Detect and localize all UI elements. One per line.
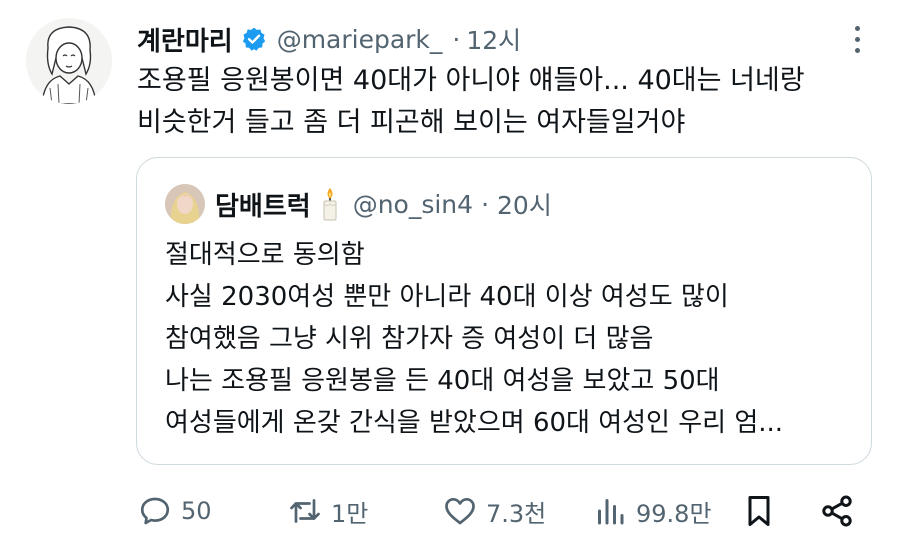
action-bar: 50 1만 7.3천 99.8만 xyxy=(137,490,867,532)
reply-icon xyxy=(140,497,170,525)
quoted-text-line: 여성들에게 온갖 간식을 받았으며 60대 여성인 우리 엄... xyxy=(165,408,784,438)
quoted-author-name: 담배트럭 xyxy=(215,191,311,222)
quoted-text-line: 나는 조용필 응원봉을 든 40대 여성을 보았고 50대 xyxy=(165,366,720,396)
views-count: 99.8만 xyxy=(636,499,712,528)
retweet-icon xyxy=(290,499,320,523)
separator-dot: · xyxy=(481,189,490,219)
tweet-header: 계란마리 @mariepark_ · 12시 xyxy=(137,19,521,59)
quoted-time: 20시 xyxy=(497,191,552,220)
quoted-author-handle: @no_sin4 xyxy=(352,189,474,219)
reply-count: 50 xyxy=(181,497,212,525)
author-name[interactable]: 계란마리 xyxy=(137,21,233,58)
more-icon[interactable] xyxy=(852,26,862,56)
author-handle[interactable]: @mariepark_ xyxy=(277,25,443,54)
like-count: 7.3천 xyxy=(486,499,547,528)
retweet-count: 1만 xyxy=(331,499,369,528)
share-button[interactable] xyxy=(819,490,855,532)
separator-dot: · xyxy=(452,24,461,54)
quoted-text-line: 사실 2030여성 뿐만 아니라 40대 이상 여성도 많이 xyxy=(165,282,729,312)
bookmark-icon xyxy=(748,496,770,526)
reply-button[interactable]: 50 xyxy=(137,490,212,532)
like-icon xyxy=(445,497,475,525)
quoted-text-line: 절대적으로 동의함 xyxy=(165,240,365,270)
share-icon xyxy=(822,495,852,527)
views-button[interactable]: 99.8만 xyxy=(592,490,712,532)
quoted-text: 절대적으로 동의함 사실 2030여성 뿐만 아니라 40대 이상 여성도 많이… xyxy=(165,234,855,444)
tweet-text-line: 비슷한거 들고 좀 더 피곤해 보이는 여자들일거야 xyxy=(137,107,686,138)
tweet-text-line: 조용필 응원봉이면 40대가 아니야 얘들아... 40대는 너네랑 xyxy=(137,65,805,96)
quoted-author-avatar[interactable] xyxy=(165,184,205,224)
tweet-time[interactable]: 12시 xyxy=(466,21,521,57)
quoted-header: 담배트럭 @no_sin4 · 20시 xyxy=(215,184,552,224)
like-button[interactable]: 7.3천 xyxy=(442,490,546,532)
quoted-text-line: 참여했음 그냥 시위 참가자 증 여성이 더 많음 xyxy=(165,324,654,354)
author-avatar[interactable] xyxy=(26,18,112,104)
views-icon xyxy=(598,499,624,525)
quoted-tweet-card[interactable]: 담배트럭 @no_sin4 · 20시 절대적으로 동의함 사실 2030여성 … xyxy=(136,157,872,465)
bookmark-button[interactable] xyxy=(741,490,777,532)
candle-icon xyxy=(323,188,337,221)
retweet-button[interactable]: 1만 xyxy=(287,490,368,532)
tweet-text: 조용필 응원봉이면 40대가 아니야 얘들아... 40대는 너네랑 비슷한거 … xyxy=(137,60,877,144)
verified-badge-icon xyxy=(242,27,265,51)
